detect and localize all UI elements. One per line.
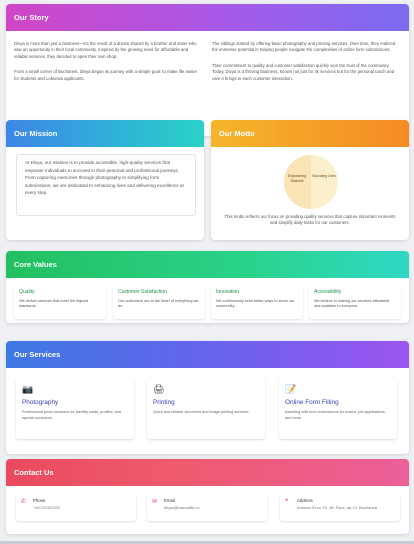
value-title: Quality [19, 289, 35, 295]
value-title: Accessibility [314, 289, 342, 295]
location-icon: ⌖ [285, 498, 289, 504]
our-story-card: Our Story Divya is more than just a busi… [6, 4, 409, 136]
contact-address[interactable]: ⌖ Address Adrinan St no 33, 4th Floor, a… [280, 494, 400, 521]
venn-right-label: Educating Lives [312, 174, 336, 178]
core-values-card: Core Values Quality We deliver services … [6, 251, 409, 323]
value-description: We continuously seek better ways to serv… [216, 299, 295, 309]
our-motto-card: Our Motto Empowering Students Educating … [211, 120, 409, 240]
contact-label: Email [164, 498, 175, 503]
service-printing[interactable]: 🖨 Printing Quick and reliable document a… [147, 378, 265, 439]
value-title: Innovation [216, 289, 240, 295]
story-paragraph: Their commitment to quality and customer… [212, 62, 395, 81]
motto-tagline: This motto reflects our focus on providi… [224, 214, 396, 226]
camera-icon: 📷 [22, 384, 34, 394]
service-title: Online Form Filling [285, 399, 339, 406]
service-description: Quick and reliable document and image pr… [153, 410, 250, 414]
value-item-quality: Quality We deliver services that meet th… [14, 285, 106, 319]
service-title: Printing [153, 399, 175, 406]
story-paragraph: The siblings started by offering basic p… [212, 41, 396, 53]
service-description: Assisting with form submissions for exam… [285, 410, 386, 420]
value-description: We deliver services that meet the highes… [19, 299, 89, 309]
story-paragraph: Divya is more than just a business—it's … [14, 41, 197, 59]
motto-venn-diagram: Empowering Students Educating Lives [284, 155, 338, 209]
our-mission-card: Our Mission At Divya, our mission is to … [6, 120, 204, 240]
service-description: Professional photo sessions for identity… [22, 410, 121, 420]
story-left-column: Divya is more than just a business—it's … [14, 41, 202, 91]
our-motto-title: Our Motto [211, 120, 409, 147]
service-title: Photography [22, 399, 59, 406]
contact-value: divya@brandaffix.ro [164, 505, 200, 510]
contact-value: +40720301333 [33, 505, 60, 510]
mail-icon: ✉ [152, 499, 158, 505]
phone-icon: ✆ [21, 499, 27, 505]
form-icon: 📝 [285, 384, 297, 394]
value-description: Our customers are at the heart of everyt… [118, 299, 199, 309]
venn-left-label: Empowering Students [287, 174, 307, 183]
core-values-title: Core Values [6, 251, 409, 278]
our-services-title: Our Services [6, 341, 409, 368]
our-mission-title: Our Mission [6, 120, 204, 147]
contact-us-card: Contact Us ✆ Phone +40720301333 ✉ Email … [6, 459, 409, 534]
contact-email[interactable]: ✉ Email divya@brandaffix.ro [147, 494, 267, 521]
service-photography[interactable]: 📷 Photography Professional photo session… [16, 378, 134, 439]
value-description: We believe in making our services afford… [314, 299, 390, 309]
value-item-customer-satisfaction: Customer Satisfaction Our customers are … [113, 285, 205, 319]
printer-icon: 🖨 [153, 384, 165, 394]
our-services-card: Our Services 📷 Photography Professional … [6, 341, 409, 454]
story-paragraph: From a small corner of Bucharest, Divya … [14, 69, 198, 81]
story-right-column: The siblings started by offering basic p… [212, 41, 400, 91]
value-item-innovation: Innovation We continuously seek better w… [211, 285, 303, 319]
contact-phone[interactable]: ✆ Phone +40720301333 [16, 494, 136, 521]
contact-value: Adrinan St no 33, 4th Floor, ap 10, Buch… [297, 505, 378, 510]
value-title: Customer Satisfaction [118, 289, 167, 295]
contact-us-title: Contact Us [6, 459, 409, 486]
mission-text: At Divya, our mission is to provide acce… [16, 154, 196, 216]
service-online-form-filling[interactable]: 📝 Online Form Filling Assisting with for… [279, 378, 397, 439]
value-item-accessibility: Accessibility We believe in making our s… [309, 285, 401, 319]
our-story-title: Our Story [6, 4, 409, 31]
contact-label: Phone [33, 498, 46, 503]
contact-label: Address [297, 498, 313, 503]
